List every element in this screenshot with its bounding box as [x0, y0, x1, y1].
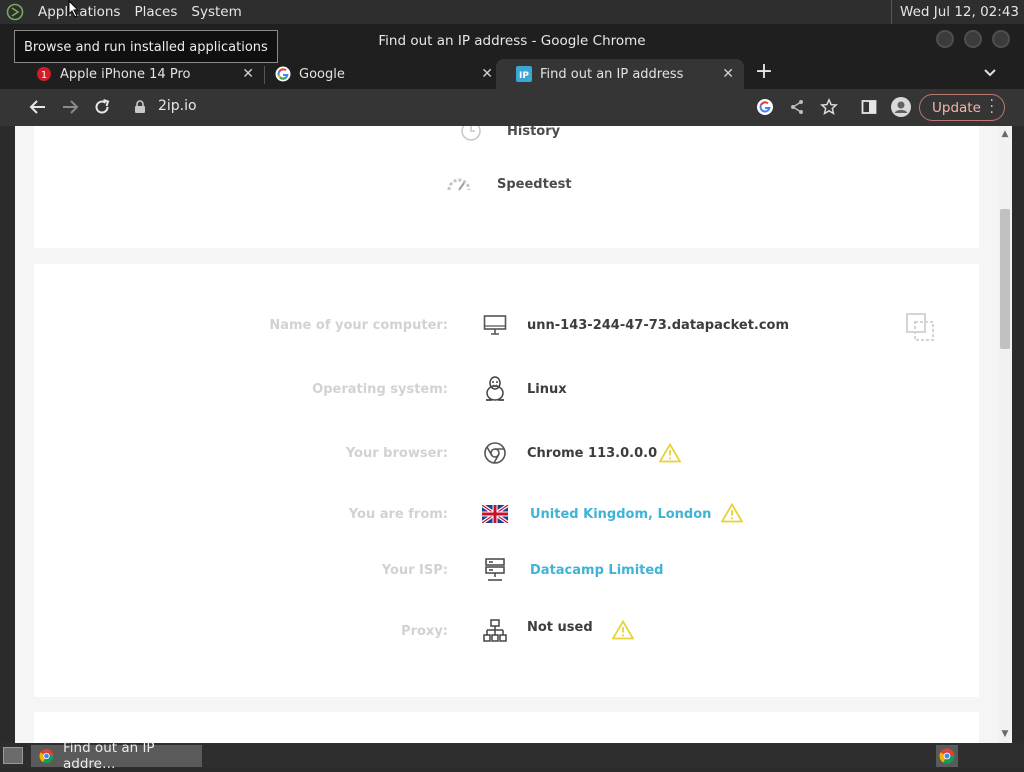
- side-panel-icon[interactable]: [859, 97, 879, 117]
- monitor-icon: [482, 312, 508, 338]
- menu-item-speedtest[interactable]: Speedtest: [445, 173, 572, 195]
- close-tab-icon[interactable]: ✕: [242, 66, 254, 82]
- places-menu[interactable]: Places: [130, 0, 181, 24]
- computer-name-label: Name of your computer:: [269, 318, 448, 333]
- window-controls: [936, 30, 1010, 48]
- menu-item-label: Speedtest: [497, 176, 572, 192]
- next-section-card: [34, 712, 979, 743]
- menu-item-label: History: [507, 126, 561, 139]
- ip-icon: IP: [516, 66, 532, 82]
- profile-avatar-icon[interactable]: [891, 97, 911, 117]
- os-label: Operating system:: [312, 382, 448, 397]
- close-window-button[interactable]: [992, 30, 1010, 48]
- clock[interactable]: Wed Jul 12, 02:43: [891, 0, 1019, 24]
- system-top-panel: Applications Places System Wed Jul 12, 0…: [0, 0, 1024, 24]
- minimize-button[interactable]: [936, 30, 954, 48]
- notification-badge-icon: 1: [36, 66, 52, 82]
- applications-tooltip: Browse and run installed applications: [14, 30, 278, 63]
- isp-value-link[interactable]: Datacamp Limited: [530, 563, 664, 578]
- maximize-button[interactable]: [964, 30, 982, 48]
- forward-arrow-icon[interactable]: [60, 97, 80, 117]
- google-g-icon: [275, 66, 291, 82]
- os-value: Linux: [527, 382, 567, 397]
- svg-text:1: 1: [41, 70, 47, 81]
- speedometer-icon: [445, 173, 473, 195]
- warning-icon[interactable]: [720, 502, 744, 523]
- window-left-edge: [0, 126, 15, 743]
- proxy-value: Not used: [527, 620, 593, 635]
- warning-icon[interactable]: [611, 619, 635, 640]
- back-arrow-icon[interactable]: [28, 97, 48, 117]
- google-lens-icon[interactable]: [755, 97, 775, 117]
- proxy-label: Proxy:: [401, 624, 448, 639]
- new-tab-plus-icon[interactable]: +: [754, 61, 774, 83]
- update-button[interactable]: Update · · ·: [919, 94, 1005, 121]
- system-menu[interactable]: System: [187, 0, 245, 24]
- copy-icon[interactable]: [905, 312, 935, 342]
- isp-label: Your ISP:: [381, 563, 448, 578]
- linux-penguin-icon: [482, 376, 508, 402]
- warning-icon[interactable]: [658, 442, 682, 463]
- lock-icon[interactable]: [133, 97, 147, 117]
- page-viewport: History Speedtest Name of your computer:…: [15, 126, 998, 743]
- tab-label: Google: [299, 66, 345, 82]
- update-label: Update: [932, 99, 981, 116]
- chrome-icon: [482, 440, 508, 466]
- history-clock-icon: [457, 126, 485, 142]
- menu-item-history[interactable]: History: [457, 126, 560, 142]
- server-icon: [482, 557, 508, 583]
- taskbar-window-label: Find out an IP addre…: [62, 740, 155, 772]
- scroll-down-arrow-icon[interactable]: ▼: [1000, 729, 1010, 739]
- tab-label: Apple iPhone 14 Pro: [60, 66, 191, 82]
- computer-name-value: unn-143-244-47-73.datapacket.com: [527, 318, 790, 333]
- svg-text:IP: IP: [519, 71, 529, 81]
- network-hierarchy-icon: [482, 618, 508, 644]
- address-bar-url[interactable]: 2ip.io: [158, 98, 197, 114]
- scroll-up-arrow-icon[interactable]: ▲: [1000, 129, 1010, 139]
- close-tab-icon[interactable]: ✕: [481, 66, 493, 82]
- bookmark-star-icon[interactable]: [819, 97, 839, 117]
- reload-icon[interactable]: [92, 97, 112, 117]
- location-label: You are from:: [348, 507, 448, 522]
- tab-search-chevron-icon[interactable]: [980, 62, 1000, 82]
- tab-google[interactable]: Google ✕: [255, 59, 503, 89]
- share-icon[interactable]: [787, 97, 807, 117]
- location-value-link[interactable]: United Kingdom, London: [530, 507, 711, 522]
- vertical-scrollbar-thumb[interactable]: [1000, 209, 1010, 349]
- chrome-icon: [39, 748, 54, 764]
- tab-find-ip[interactable]: IP Find out an IP address ✕: [496, 59, 744, 89]
- browser-label: Your browser:: [345, 446, 448, 461]
- taskbar-chrome-window[interactable]: Find out an IP addre…: [31, 740, 202, 772]
- tab-label: Find out an IP address: [540, 66, 684, 82]
- close-tab-icon[interactable]: ✕: [722, 66, 734, 82]
- show-desktop-icon[interactable]: [3, 747, 23, 764]
- system-logo-icon[interactable]: [4, 1, 26, 23]
- window-right-edge: [1012, 126, 1024, 743]
- browser-value: Chrome 113.0.0.0: [527, 446, 658, 461]
- tray-chrome-icon[interactable]: [936, 745, 958, 767]
- kebab-menu-icon[interactable]: · · ·: [990, 94, 994, 120]
- uk-flag-icon: [482, 501, 508, 527]
- mouse-cursor-icon: [68, 0, 80, 18]
